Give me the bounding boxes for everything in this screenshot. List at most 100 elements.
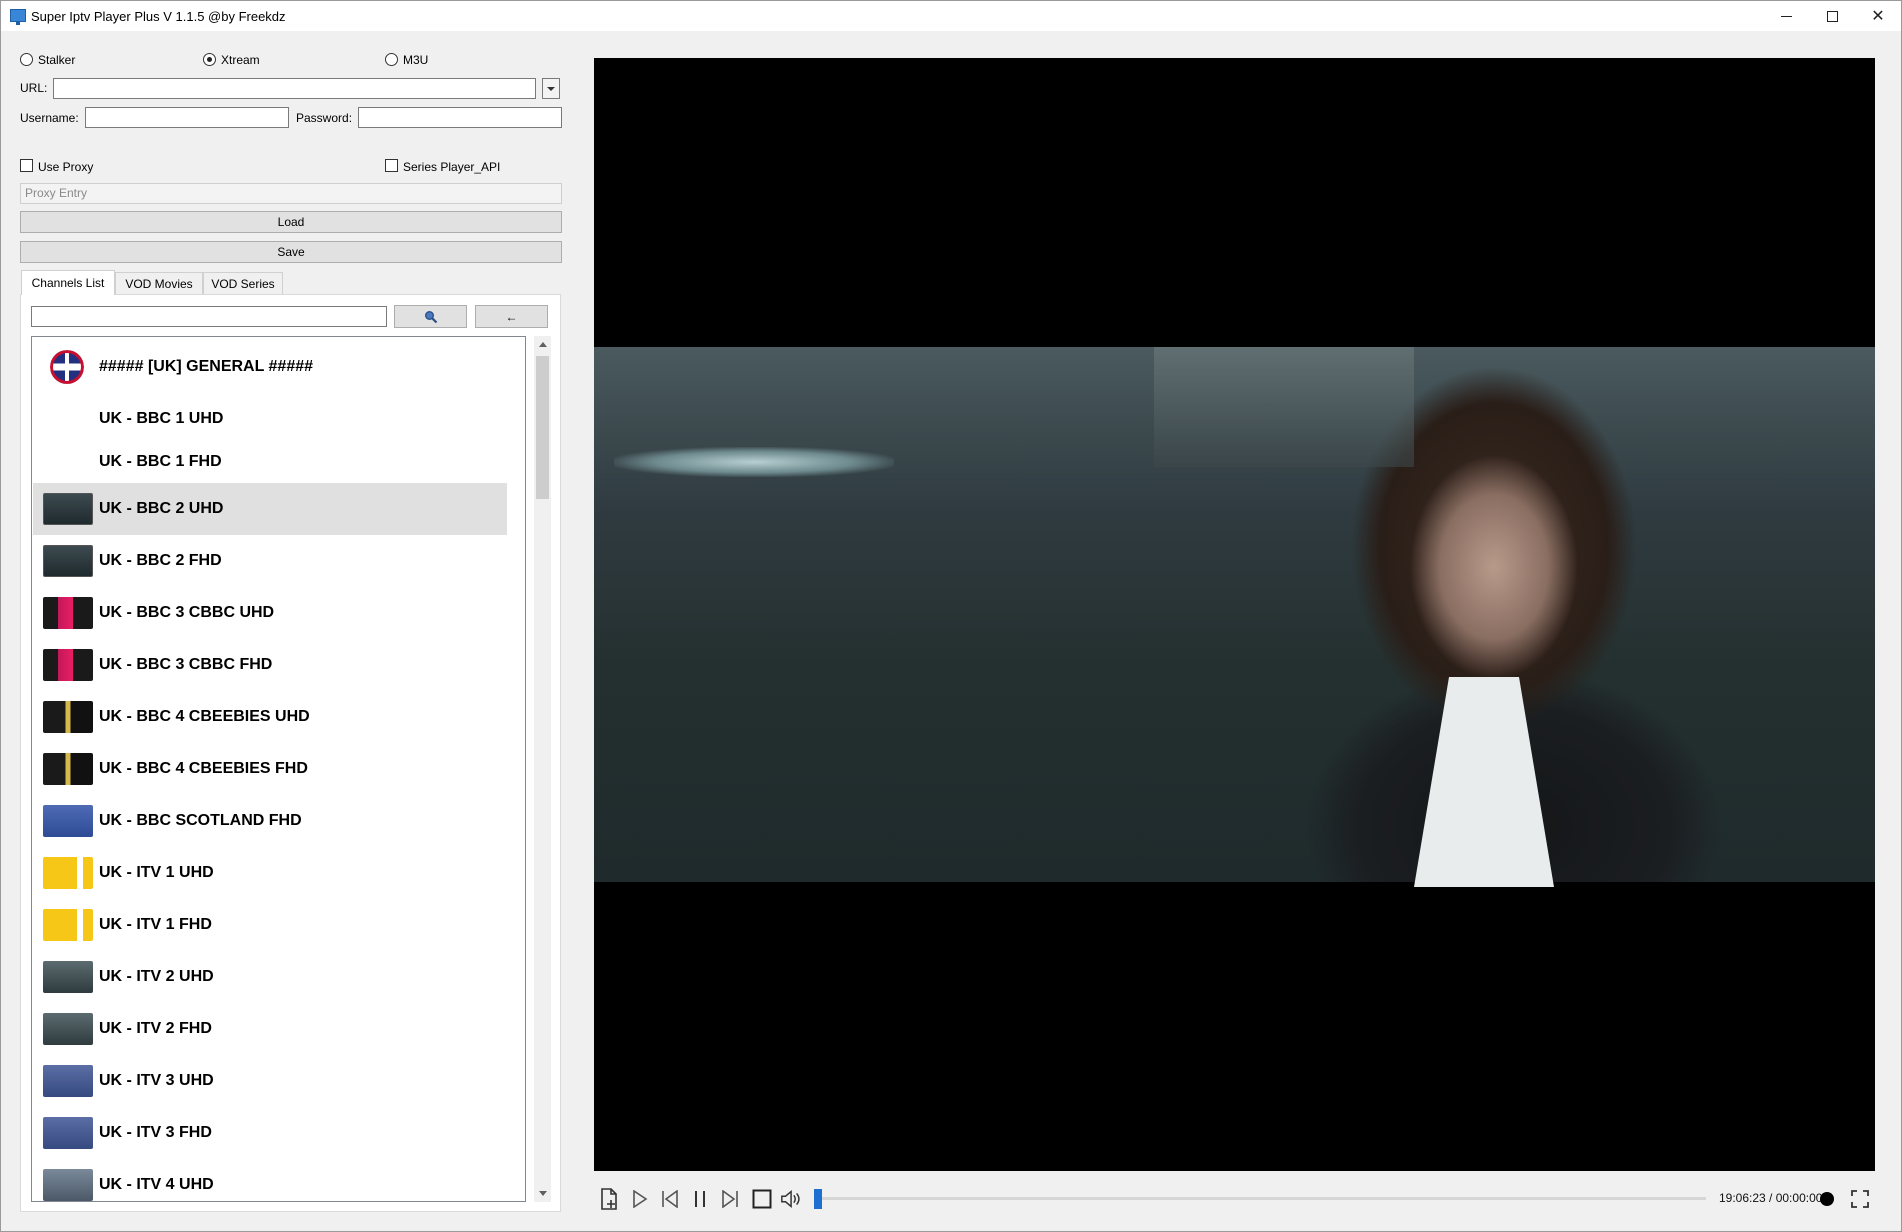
close-icon: ✕	[1871, 8, 1885, 25]
url-input[interactable]	[53, 78, 536, 99]
password-input[interactable]	[358, 107, 562, 128]
proxy-entry-input[interactable]: Proxy Entry	[20, 183, 562, 204]
url-dropdown-button[interactable]	[542, 78, 560, 99]
channel-list-item[interactable]: UK - BBC SCOTLAND FHD	[33, 795, 507, 847]
play-icon	[633, 1190, 648, 1208]
channel-list-item[interactable]: UK - ITV 4 UHD	[33, 1159, 507, 1201]
channel-list-item[interactable]: ##### [UK] GENERAL #####	[33, 341, 507, 393]
channel-name: UK - ITV 1 FHD	[99, 916, 212, 933]
url-label: URL:	[20, 81, 48, 95]
channel-list-item[interactable]: UK - BBC 3 CBBC FHD	[33, 639, 507, 691]
channel-list[interactable]: ##### [UK] GENERAL ##### UK - BBC 1 UHD UK…	[31, 336, 526, 1202]
window-title: Super Iptv Player Plus V 1.1.5 @by Freek…	[31, 9, 286, 24]
channel-logo	[43, 1117, 93, 1149]
channel-logo	[43, 805, 93, 837]
next-button[interactable]	[718, 1187, 742, 1211]
channel-logo	[43, 961, 93, 993]
channel-name: UK - ITV 4 UHD	[99, 1176, 214, 1193]
channel-list-item[interactable]: UK - ITV 3 UHD	[33, 1055, 507, 1107]
previous-button[interactable]	[658, 1187, 682, 1211]
seek-bar[interactable]	[816, 1197, 1706, 1200]
channel-list-item[interactable]: UK - BBC 3 CBBC UHD	[33, 587, 507, 639]
series-api-checkbox[interactable]	[385, 159, 398, 172]
channel-list-item[interactable]: UK - BBC 2 FHD	[33, 535, 507, 587]
tab-vod-series[interactable]: VOD Series	[203, 272, 283, 294]
channel-list-item[interactable]: UK - ITV 1 UHD	[33, 847, 507, 899]
scroll-up-button[interactable]	[534, 336, 551, 353]
channel-list-item[interactable]: UK - BBC 1 UHD	[33, 397, 507, 440]
seek-handle[interactable]	[814, 1189, 822, 1209]
channel-logo	[43, 1065, 93, 1097]
save-button[interactable]: Save	[20, 241, 562, 263]
back-button[interactable]: ←	[475, 305, 548, 328]
play-button[interactable]	[628, 1187, 652, 1211]
scroll-down-button[interactable]	[534, 1185, 551, 1202]
channel-search-input[interactable]	[31, 306, 387, 327]
minimize-button[interactable]	[1763, 1, 1809, 31]
title-bar: Super Iptv Player Plus V 1.1.5 @by Freek…	[1, 1, 1901, 31]
channel-name: UK - BBC 2 UHD	[99, 500, 224, 517]
channel-name: UK - BBC 1 UHD	[99, 409, 224, 427]
channel-logo	[43, 753, 93, 785]
stop-button[interactable]	[750, 1187, 774, 1211]
radio-m3u[interactable]	[385, 53, 398, 66]
channel-name: UK - BBC 1 FHD	[99, 452, 222, 470]
minimize-icon	[1780, 15, 1792, 17]
time-display: 19:06:23 / 00:00:00	[1719, 1191, 1823, 1205]
username-label: Username:	[20, 111, 79, 125]
tab-channels-list[interactable]: Channels List	[21, 270, 115, 295]
app-window: Super Iptv Player Plus V 1.1.5 @by Freek…	[0, 0, 1902, 1232]
back-arrow-icon: ←	[505, 309, 518, 324]
maximize-button[interactable]	[1809, 1, 1855, 31]
previous-icon	[662, 1190, 678, 1208]
channel-name: ##### [UK] GENERAL #####	[99, 358, 314, 375]
channel-name: UK - BBC 3 CBBC FHD	[99, 656, 273, 673]
fullscreen-icon	[1851, 1190, 1869, 1208]
channel-logo	[43, 909, 93, 941]
series-api-label: Series Player_API	[403, 160, 501, 174]
channel-list-item[interactable]: UK - ITV 2 UHD	[33, 951, 507, 1003]
channel-list-item[interactable]: UK - ITV 3 FHD	[33, 1107, 507, 1159]
chevron-up-icon	[538, 342, 547, 347]
channel-list-item[interactable]: UK - ITV 1 FHD	[33, 899, 507, 951]
channel-list-item[interactable]: UK - BBC 2 UHD	[33, 483, 507, 535]
search-button[interactable]	[394, 305, 467, 328]
channel-logo	[43, 493, 93, 525]
magnifier-icon	[424, 310, 437, 323]
video-player[interactable]	[594, 58, 1875, 1171]
radio-stalker-label: Stalker	[38, 53, 76, 67]
radio-m3u-label: M3U	[403, 53, 429, 67]
channel-logo	[43, 1013, 93, 1045]
use-proxy-label: Use Proxy	[38, 160, 94, 174]
channel-logo	[43, 1169, 93, 1201]
chevron-down-icon	[538, 1191, 547, 1196]
fullscreen-button[interactable]	[1848, 1187, 1872, 1211]
channel-list-item[interactable]: UK - BBC 1 FHD	[33, 440, 507, 483]
tab-vod-movies[interactable]: VOD Movies	[115, 272, 203, 294]
channel-name: UK - BBC 4 CBEEBIES FHD	[99, 760, 308, 777]
channel-logo	[43, 857, 93, 889]
scroll-thumb[interactable]	[536, 356, 549, 499]
channel-list-item[interactable]: UK - BBC 4 CBEEBIES FHD	[33, 743, 507, 795]
close-button[interactable]: ✕	[1855, 1, 1901, 31]
channel-logo	[43, 649, 93, 681]
channel-list-scrollbar[interactable]	[534, 336, 551, 1202]
channel-name: UK - BBC 4 CBEEBIES UHD	[99, 708, 310, 725]
use-proxy-checkbox[interactable]	[20, 159, 33, 172]
channel-logo	[43, 545, 93, 577]
load-button[interactable]: Load	[20, 211, 562, 233]
username-input[interactable]	[85, 107, 289, 128]
app-monitor-icon	[10, 9, 26, 25]
channel-list-item[interactable]: UK - ITV 2 FHD	[33, 1003, 507, 1055]
radio-stalker[interactable]	[20, 53, 33, 66]
frame-figure	[1414, 677, 1554, 887]
record-icon[interactable]	[1820, 1192, 1834, 1206]
volume-button[interactable]	[780, 1187, 804, 1211]
channel-list-item[interactable]: UK - BBC 4 CBEEBIES UHD	[33, 691, 507, 743]
volume-icon	[781, 1190, 800, 1208]
channel-logo	[50, 350, 84, 384]
radio-xtream[interactable]	[203, 53, 216, 66]
player-controls: 19:06:23 / 00:00:00	[594, 1181, 1875, 1217]
pause-button[interactable]	[688, 1187, 712, 1211]
open-file-button[interactable]	[597, 1187, 621, 1211]
